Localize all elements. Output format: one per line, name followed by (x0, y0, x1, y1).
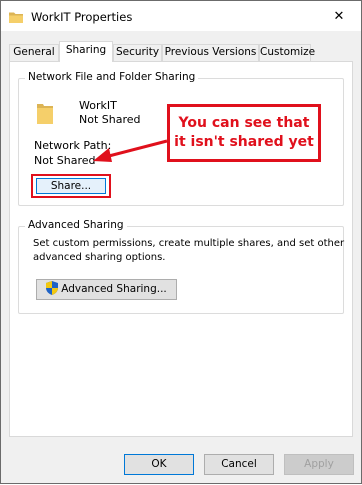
advanced-sharing-button[interactable]: Advanced Sharing... (36, 279, 177, 300)
advanced-sharing-description-line2: advanced sharing options. (33, 252, 166, 263)
tab-general[interactable]: General (9, 44, 59, 61)
network-path-value: Not Shared (34, 154, 96, 167)
advanced-sharing-group-label: Advanced Sharing (25, 219, 127, 231)
annotation-callout: You can see that it isn't shared yet (167, 104, 321, 162)
annotation-callout-line2: it isn't shared yet (174, 134, 314, 150)
cancel-button[interactable]: Cancel (204, 454, 274, 475)
tab-previous-versions[interactable]: Previous Versions (162, 44, 259, 61)
tab-label: Previous Versions (164, 46, 257, 58)
window-title: WorkIT Properties (31, 10, 133, 24)
tab-customize[interactable]: Customize (259, 44, 315, 61)
sharing-status: Not Shared (79, 113, 141, 126)
tab-label: Security (115, 46, 160, 58)
advanced-sharing-button-label: Advanced Sharing... (61, 283, 167, 295)
annotation-callout-line1: You can see that (178, 115, 310, 131)
tab-label: Customize (260, 46, 316, 58)
network-path-label: Network Path: (34, 139, 112, 152)
close-icon: ✕ (333, 8, 345, 24)
folder-name: WorkIT (79, 99, 117, 112)
advanced-sharing-description-line1: Set custom permissions, create multiple … (33, 238, 345, 249)
network-sharing-group-label: Network File and Folder Sharing (25, 71, 199, 83)
properties-window: WorkIT Properties ✕ General Sharing Secu… (0, 0, 362, 484)
apply-button[interactable]: Apply (284, 454, 354, 475)
shared-folder-icon (36, 101, 54, 128)
tab-sharing[interactable]: Sharing (59, 41, 113, 62)
folder-icon (9, 11, 23, 26)
uac-shield-icon (46, 281, 59, 302)
tab-security[interactable]: Security (113, 44, 162, 61)
close-button[interactable]: ✕ (317, 1, 361, 31)
tab-label: General (13, 46, 55, 58)
title-bar: WorkIT Properties ✕ (1, 1, 361, 31)
ok-button[interactable]: OK (124, 454, 194, 475)
share-button[interactable]: Share... (36, 178, 106, 194)
tab-label: Sharing (65, 44, 107, 56)
advanced-sharing-group: Advanced Sharing Set custom permissions,… (18, 219, 345, 314)
